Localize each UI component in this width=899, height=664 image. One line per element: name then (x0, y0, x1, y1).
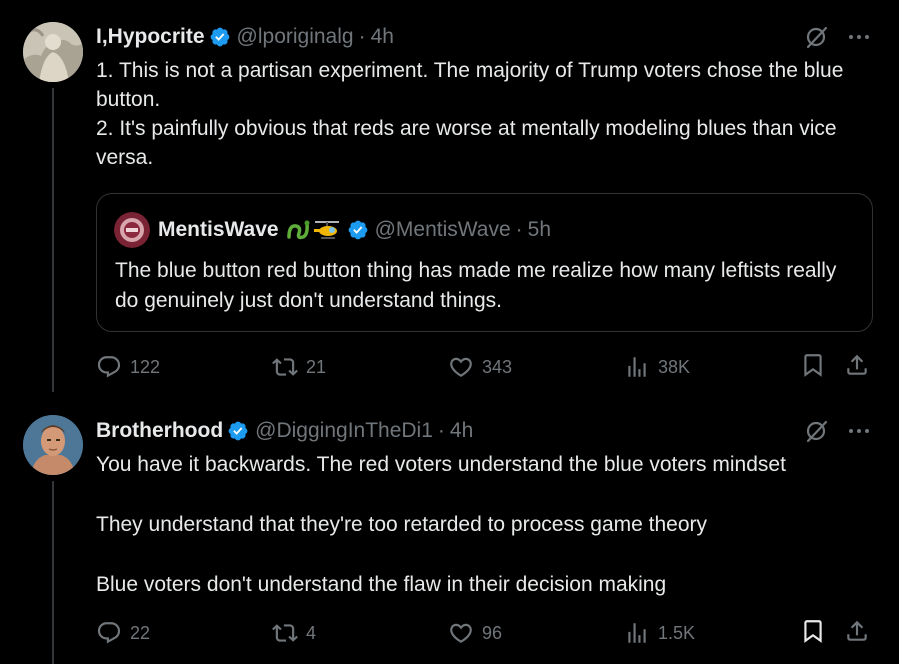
display-name[interactable]: I,Hypocrite (96, 25, 205, 49)
reply-icon (97, 356, 121, 378)
like-icon (450, 623, 472, 643)
quote-handle: @MentisWave (374, 218, 511, 241)
like-button[interactable]: 343 (448, 352, 512, 382)
share-icon[interactable] (844, 352, 870, 378)
handle[interactable]: @DiggingInTheDi1 (255, 419, 433, 443)
quote-display-name: MentisWave (158, 218, 279, 241)
quote-avatar (114, 212, 150, 248)
tweet-text: 1. This is not a partisan experiment. Th… (96, 59, 844, 169)
views-count: 1.5K (658, 622, 696, 643)
avatar[interactable] (23, 22, 83, 82)
like-count: 343 (482, 356, 513, 377)
views-button[interactable]: 1.5K (624, 618, 695, 648)
grok-icon[interactable] (804, 418, 830, 444)
grok-icon[interactable] (804, 24, 830, 50)
repost-icon (272, 358, 298, 376)
handle[interactable]: @lporiginalg (237, 25, 354, 49)
separator-dot: · (358, 25, 366, 48)
quote-header: MentisWave @MentisWave · 5h (114, 212, 551, 248)
avatar[interactable] (23, 415, 83, 475)
reply-button[interactable]: 22 (96, 618, 150, 648)
reply-count: 22 (130, 622, 151, 643)
separator-dot: · (437, 419, 445, 442)
bookmark-icon[interactable] (800, 618, 826, 644)
repost-count: 21 (306, 356, 327, 377)
bookmark-icon[interactable] (800, 352, 826, 378)
helicopter-emoji-icon (313, 217, 341, 243)
views-icon (628, 357, 646, 377)
tweet-header: Brotherhood @DiggingInTheDi1 · 4h (96, 417, 473, 445)
repost-count: 4 (306, 622, 317, 643)
like-count: 96 (482, 622, 503, 643)
views-button[interactable]: 38K (624, 352, 690, 382)
repost-button[interactable]: 4 (272, 618, 316, 648)
share-icon[interactable] (844, 618, 870, 644)
separator-dot: · (515, 218, 523, 241)
verified-icon (209, 26, 231, 48)
thread-line (52, 481, 54, 664)
more-icon[interactable] (846, 24, 872, 50)
verified-icon (227, 420, 249, 442)
action-bar: 22 4 96 1.5K (96, 618, 876, 648)
action-bar: 122 21 343 38K (96, 352, 876, 382)
reply-button[interactable]: 122 (96, 352, 160, 382)
timestamp[interactable]: 4h (371, 25, 394, 49)
display-name[interactable]: Brotherhood (96, 419, 223, 443)
reply-icon (97, 622, 121, 644)
views-count: 38K (658, 356, 691, 377)
reply-count: 122 (130, 356, 161, 377)
repost-icon (272, 624, 298, 642)
quote-text: The blue button red button thing has mad… (115, 259, 837, 312)
like-button[interactable]: 96 (448, 618, 502, 648)
tweet-2[interactable]: Brotherhood @DiggingInTheDi1 · 4h You ha… (0, 393, 899, 664)
timestamp[interactable]: 4h (450, 419, 473, 443)
tweet-text: You have it backwards. The red voters un… (96, 453, 786, 596)
more-icon[interactable] (846, 418, 872, 444)
verified-icon (347, 219, 369, 241)
thread-line (52, 88, 54, 392)
tweet-header: I,Hypocrite @lporiginalg · 4h (96, 23, 394, 51)
snake-emoji-icon (285, 217, 311, 243)
quoted-tweet[interactable]: MentisWave @MentisWave · 5h The blue but… (96, 193, 873, 332)
repost-button[interactable]: 21 (272, 352, 326, 382)
like-icon (450, 357, 472, 377)
quote-timestamp: 5h (527, 218, 552, 241)
views-icon (628, 623, 646, 643)
tweet-1[interactable]: I,Hypocrite @lporiginalg · 4h 1. This is… (0, 0, 899, 392)
